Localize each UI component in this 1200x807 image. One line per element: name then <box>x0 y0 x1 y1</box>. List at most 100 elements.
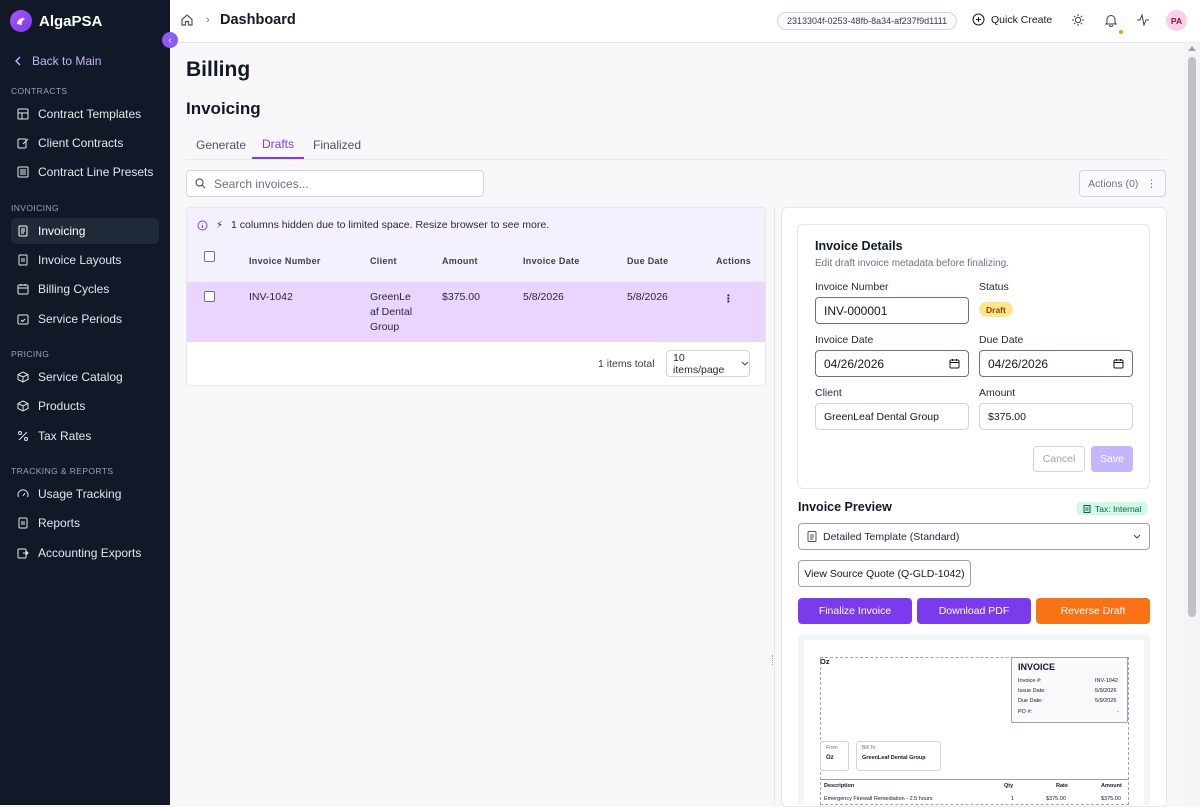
invoice-date-field[interactable]: 04/26/2026 <box>815 350 969 377</box>
items-per-page-select[interactable]: 10 items/page <box>666 350 750 377</box>
reverse-draft-button[interactable]: Reverse Draft <box>1036 598 1150 624</box>
tax-badge: Tax: Internal <box>1077 502 1148 515</box>
column-header-amount[interactable]: Amount <box>442 256 478 266</box>
sidebar-item-label: Contract Templates <box>38 107 142 121</box>
sidebar-item-invoicing[interactable]: Invoicing <box>11 218 159 244</box>
sidebar-item-invoice-layouts[interactable]: Invoice Layouts <box>11 247 159 273</box>
collapse-sidebar-button[interactable]: ‹ <box>162 32 178 48</box>
line-item-description: Emergency Firewall Remediation - 2.5 hou… <box>824 796 933 802</box>
line-header-amount: Amount <box>1101 783 1122 789</box>
status-badge: Draft <box>979 302 1013 317</box>
scroll-thumb[interactable] <box>1188 57 1196 617</box>
table-header: Invoice Number Client Amount Invoice Dat… <box>187 242 765 282</box>
calendar-icon[interactable] <box>949 358 960 369</box>
avatar[interactable]: PA <box>1166 10 1187 31</box>
amount-field[interactable]: $375.00 <box>979 403 1133 430</box>
sidebar-item-products[interactable]: Products <box>11 393 159 419</box>
zap-icon: ⚡ <box>216 219 224 231</box>
box-icon <box>17 400 29 412</box>
due-date-value: 04/26/2026 <box>988 356 1049 371</box>
chevron-down-icon <box>741 361 749 366</box>
package-icon <box>17 371 29 383</box>
hidden-columns-notice: ⚡ 1 columns hidden due to limited space.… <box>187 208 765 242</box>
sidebar-item-service-periods[interactable]: Service Periods <box>11 306 159 332</box>
sidebar-item-tax-rates[interactable]: Tax Rates <box>11 423 159 449</box>
invoice-number-label: Invoice Number <box>815 281 889 293</box>
scroll-up-icon[interactable] <box>1188 46 1196 51</box>
sidebar-item-label: Invoice Layouts <box>38 253 122 267</box>
theme-toggle-icon[interactable] <box>1071 13 1085 30</box>
column-header-invoice-date[interactable]: Invoice Date <box>523 256 580 266</box>
finalize-invoice-button[interactable]: Finalize Invoice <box>798 598 912 624</box>
tab-drafts[interactable]: Drafts <box>252 130 305 159</box>
sidebar-item-service-catalog[interactable]: Service Catalog <box>11 364 159 390</box>
brand[interactable]: AlgaPSA <box>10 10 102 32</box>
sidebar-item-contract-line-presets[interactable]: Contract Line Presets <box>11 159 159 185</box>
tenant-id-badge[interactable]: 2313304f-0253-48fb-8a34-af237f9d1111 <box>777 12 958 30</box>
line-item-amount: $375.00 <box>1101 796 1121 802</box>
table-row[interactable]: INV-1042 GreenLe af Dental Group $375.00… <box>187 282 765 342</box>
due-date-field[interactable]: 04/26/2026 <box>979 350 1133 377</box>
file-text-icon <box>807 531 817 542</box>
invoice-meta-label: Invoice #: <box>1018 678 1042 684</box>
select-all-checkbox[interactable] <box>204 251 215 262</box>
client-field[interactable]: GreenLeaf Dental Group <box>815 403 969 430</box>
sidebar-item-client-contracts[interactable]: Client Contracts <box>11 130 159 156</box>
section-title: Invoicing <box>186 99 261 118</box>
invoice-heading: INVOICE <box>1018 662 1056 672</box>
calendar-icon[interactable] <box>1113 358 1124 369</box>
sidebar-item-label: Contract Line Presets <box>38 165 154 179</box>
sidebar-item-reports[interactable]: Reports <box>11 510 159 536</box>
client-label: Client <box>815 387 842 399</box>
search-input[interactable] <box>214 176 464 191</box>
tab-generate[interactable]: Generate <box>186 130 256 159</box>
section-label-contracts: CONTRACTS <box>11 86 68 96</box>
tab-finalized[interactable]: Finalized <box>303 130 371 159</box>
save-button[interactable]: Save <box>1091 446 1133 472</box>
invoice-line-divider <box>820 779 1129 780</box>
cancel-button[interactable]: Cancel <box>1033 446 1085 472</box>
actions-button[interactable]: Actions (0) ⋮ <box>1079 170 1166 197</box>
receipt-icon <box>1083 504 1091 513</box>
column-header-invoice-number[interactable]: Invoice Number <box>249 256 321 266</box>
cell-client-line: Group <box>370 321 400 333</box>
breadcrumb-separator-icon: › <box>206 14 210 26</box>
sidebar-item-accounting-exports[interactable]: Accounting Exports <box>11 540 159 566</box>
amount-value: $375.00 <box>988 410 1026 423</box>
sidebar-item-billing-cycles[interactable]: Billing Cycles <box>11 276 159 302</box>
bell-icon[interactable] <box>1104 13 1118 30</box>
invoice-company-name: Oz <box>820 657 830 666</box>
sidebar-item-label: Usage Tracking <box>38 487 122 501</box>
invoice-number-field[interactable]: INV-000001 <box>815 297 969 324</box>
invoice-number-value: INV-000001 <box>824 303 888 318</box>
row-actions-menu-icon[interactable]: ⋮ <box>723 292 734 307</box>
items-per-page-value: 10 items/page <box>673 351 725 376</box>
file-text-icon <box>17 254 29 266</box>
export-icon <box>17 547 29 559</box>
page-scrollbar[interactable] <box>1184 43 1200 805</box>
sidebar-item-usage-tracking[interactable]: Usage Tracking <box>11 481 159 507</box>
home-icon[interactable] <box>180 13 194 30</box>
download-pdf-button[interactable]: Download PDF <box>917 598 1031 624</box>
info-icon <box>197 220 208 230</box>
panel-divider <box>774 207 775 805</box>
activity-icon[interactable] <box>1136 13 1150 30</box>
quick-create-button[interactable]: Quick Create <box>972 13 1052 26</box>
notice-text: 1 columns hidden due to limited space. R… <box>231 219 550 231</box>
panel-resize-handle[interactable] <box>772 655 774 665</box>
back-to-main-link[interactable]: Back to Main <box>14 54 101 68</box>
row-checkbox[interactable] <box>204 291 215 302</box>
cell-amount: $375.00 <box>442 291 480 303</box>
column-header-due-date[interactable]: Due Date <box>627 256 668 266</box>
section-label-invoicing: INVOICING <box>11 203 59 213</box>
line-item-qty: 1 <box>1011 796 1015 802</box>
cell-due-date: 5/8/2026 <box>627 291 668 303</box>
view-source-quote-button[interactable]: View Source Quote (Q-GLD-1042) <box>798 560 971 587</box>
line-header-qty: Qty <box>1004 783 1014 789</box>
template-select[interactable]: Detailed Template (Standard) <box>798 523 1150 550</box>
column-header-client[interactable]: Client <box>370 256 397 266</box>
layout-icon <box>17 108 29 120</box>
quick-create-label: Quick Create <box>991 13 1053 26</box>
sidebar-item-contract-templates[interactable]: Contract Templates <box>11 101 159 127</box>
sidebar-item-label: Service Catalog <box>38 370 123 384</box>
